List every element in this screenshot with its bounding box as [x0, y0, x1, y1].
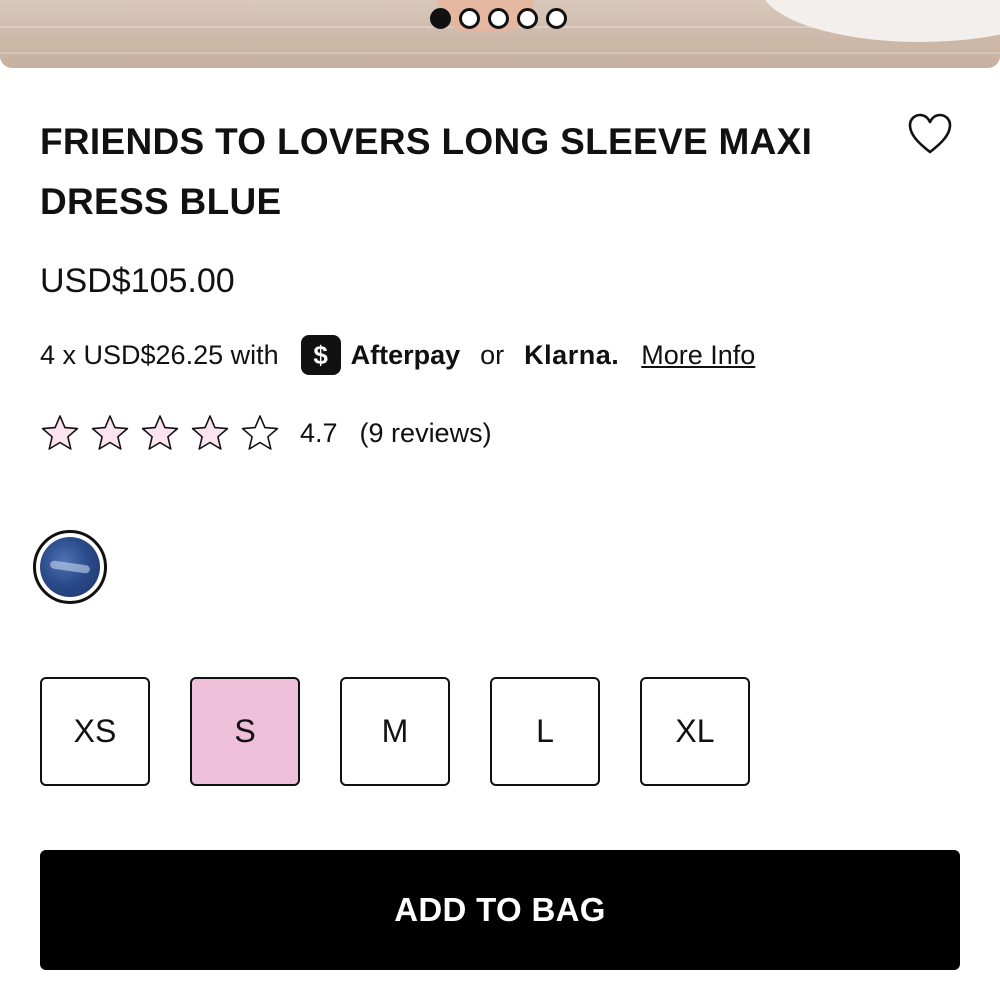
star-icon: [241, 415, 279, 450]
size-option-xs[interactable]: XS: [40, 677, 150, 786]
star-icon: [141, 415, 179, 450]
floor-line: [0, 52, 1000, 54]
star-icon: [191, 415, 229, 450]
image-detail: [760, 0, 1000, 42]
star-icon: [91, 415, 129, 450]
add-to-bag-button[interactable]: ADD TO BAG: [40, 850, 960, 970]
heart-icon[interactable]: [907, 112, 953, 156]
image-carousel-dots[interactable]: [430, 8, 567, 29]
star-rating: [40, 413, 290, 453]
installment-text: 4 x USD$26.25 with: [40, 339, 279, 370]
reviews-link[interactable]: (9 reviews): [360, 418, 492, 449]
swatch-fill: [40, 537, 100, 597]
product-price: USD$105.00: [40, 262, 235, 300]
carousel-dot[interactable]: [459, 8, 480, 29]
carousel-dot[interactable]: [488, 8, 509, 29]
product-title: FRIENDS TO LOVERS LONG SLEEVE MAXI DRESS…: [40, 121, 813, 222]
klarna-logo: Klarna.: [524, 339, 620, 370]
afterpay-label: Afterpay: [350, 339, 461, 370]
size-selector: XS S M L XL: [40, 677, 750, 786]
more-info-link[interactable]: More Info: [641, 340, 755, 371]
size-option-xl[interactable]: XL: [640, 677, 750, 786]
installment-row: 4 x USD$26.25 with $ Afterpay or Klarna.…: [40, 332, 755, 378]
blue-swatch[interactable]: [33, 530, 107, 604]
size-option-l[interactable]: L: [490, 677, 600, 786]
size-option-s[interactable]: S: [190, 677, 300, 786]
carousel-dot[interactable]: [546, 8, 567, 29]
size-option-m[interactable]: M: [340, 677, 450, 786]
product-image[interactable]: [0, 0, 1000, 68]
rating-row[interactable]: 4.7 (9 reviews): [40, 410, 492, 456]
carousel-dot[interactable]: [517, 8, 538, 29]
rating-score: 4.7: [300, 417, 338, 448]
carousel-dot[interactable]: [430, 8, 451, 29]
star-icon: [41, 415, 79, 450]
afterpay-logo-icon: $: [300, 335, 341, 375]
or-label: or: [480, 339, 505, 370]
